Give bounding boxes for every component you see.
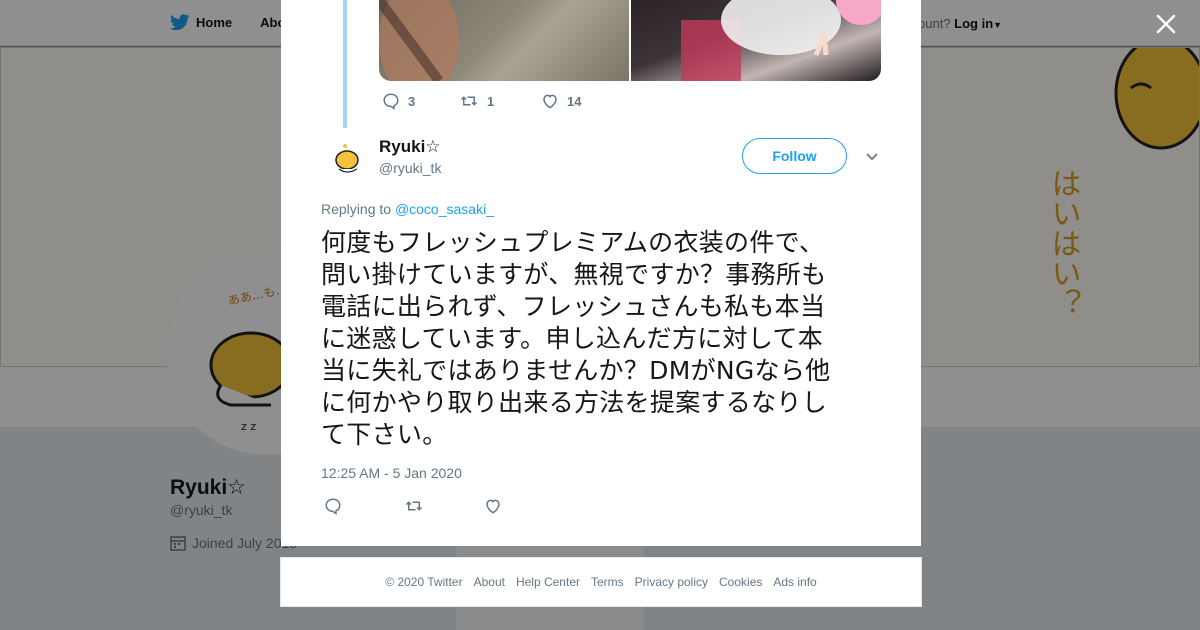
tweet-author-handle[interactable]: @ryuki_tk (379, 160, 441, 176)
tweet-text-line: に迷惑しています。申し込んだ方に対して本 (321, 324, 824, 353)
replying-to: Replying to @coco_sasaki_ (321, 201, 494, 217)
tweet-actions (324, 497, 502, 515)
tweet-text-line: て下さい。 (321, 420, 448, 449)
reply-icon (325, 498, 341, 515)
photo-2-content (681, 0, 881, 81)
parent-tweet-media[interactable] (379, 0, 881, 81)
tweet-text-line: 電話に出られず、フレッシュさんも私も本当 (321, 292, 826, 321)
footer-link-help-center[interactable]: Help Center (516, 575, 580, 589)
close-button[interactable] (1152, 10, 1180, 38)
footer-copyright: © 2020 Twitter (385, 575, 463, 589)
tweet-menu-button[interactable] (864, 148, 880, 164)
photo-2-sticker (836, 0, 881, 25)
modal-footer: © 2020 Twitter About Help Center Terms P… (280, 557, 922, 607)
close-icon (1156, 14, 1176, 34)
photo-1-content (379, 0, 459, 81)
tweet-text-line: 何度もフレッシュプレミアムの衣装の件で、 (321, 228, 825, 257)
replying-to-link[interactable]: @coco_sasaki_ (395, 201, 494, 217)
footer-link-privacy[interactable]: Privacy policy (635, 575, 708, 589)
retweet-icon (460, 96, 478, 106)
reply-action[interactable] (324, 497, 404, 515)
author-avatar-egg-illustration (335, 144, 359, 173)
like-count: 14 (567, 93, 582, 109)
tweet-text-line: 当に失礼ではありませんか？DMがNGなら他 (321, 356, 831, 385)
retweet-icon (405, 501, 423, 511)
heart-icon (486, 499, 500, 514)
replying-prefix: Replying to (321, 201, 395, 217)
footer-link-terms[interactable]: Terms (591, 575, 624, 589)
author-avatar-sparkle (343, 144, 347, 148)
like-action[interactable] (484, 497, 502, 515)
tweet-text-line: に何かやり取り出来る方法を提案するなりし (321, 388, 828, 417)
tweet-author-avatar[interactable] (327, 138, 367, 178)
follow-button[interactable]: Follow (742, 138, 847, 174)
retweet-action[interactable] (404, 497, 484, 515)
footer-link-cookies[interactable]: Cookies (719, 575, 762, 589)
author-avatar-egg-line (338, 168, 358, 173)
tweet-text: 何度もフレッシュプレミアムの衣装の件で、 問い掛けていますが、無視ですか？事務所… (321, 227, 883, 451)
thread-connector-line (343, 0, 347, 128)
reply-action[interactable]: 3 (382, 92, 459, 110)
heart-icon (543, 94, 557, 109)
reply-count: 3 (408, 93, 416, 109)
author-avatar-egg (335, 150, 359, 170)
tweet-modal: 3 1 14 Ryuki☆ @ryuki_tk Follow Replying … (281, 0, 921, 546)
footer-link-ads-info[interactable]: Ads info (773, 575, 816, 589)
footer-link-about[interactable]: About (474, 575, 505, 589)
like-action[interactable]: 14 (541, 92, 581, 110)
parent-tweet-actions: 3 1 14 (382, 92, 581, 110)
media-photo-1[interactable] (379, 0, 629, 81)
tweet-author-name[interactable]: Ryuki☆ (379, 137, 441, 157)
retweet-count: 1 (487, 93, 495, 109)
media-photo-2[interactable] (631, 0, 881, 81)
tweet-text-line: 問い掛けていますが、無視ですか？事務所も (321, 260, 827, 289)
retweet-action[interactable]: 1 (459, 92, 541, 110)
tweet-timestamp[interactable]: 12:25 AM - 5 Jan 2020 (321, 465, 462, 481)
reply-icon (383, 93, 399, 110)
chevron-down-icon (866, 153, 878, 161)
